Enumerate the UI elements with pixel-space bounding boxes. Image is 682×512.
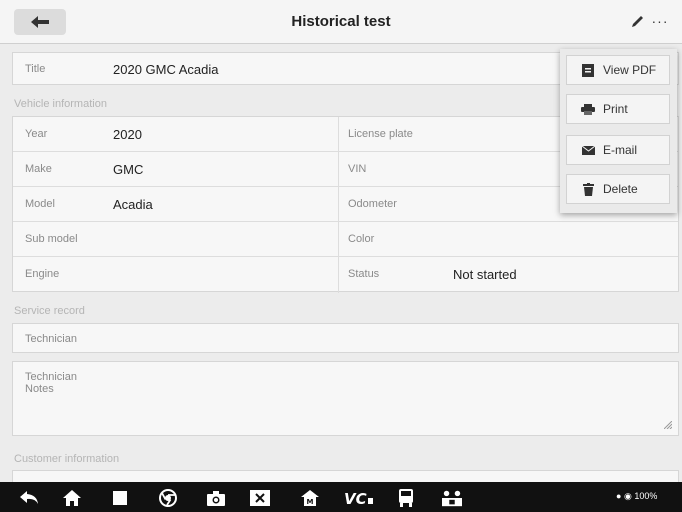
technician-label: Technician [25, 333, 77, 345]
vehicle-section-heading: Vehicle information [14, 98, 107, 110]
bottom-nav-bar: M VC ● ◉ 100% [0, 482, 682, 512]
trash-icon [579, 182, 597, 196]
chrome-icon[interactable] [158, 488, 178, 508]
print-label: Print [603, 102, 628, 116]
sub-model-label: Sub model [25, 233, 78, 245]
color-label: Color [348, 233, 375, 245]
odometer-label: Odometer [348, 198, 397, 210]
mail-icon [579, 143, 597, 157]
make-label: Make [25, 163, 52, 175]
technician-notes-field[interactable]: Technician Notes [12, 361, 679, 436]
service-section-heading: Service record [14, 305, 85, 317]
email-label: E-mail [603, 143, 638, 157]
status-value: Not started [453, 267, 517, 282]
engine-label: Engine [25, 268, 60, 280]
remote-icon[interactable] [442, 488, 462, 508]
more-options-icon[interactable]: ··· [651, 12, 669, 30]
maxifix-icon[interactable]: M [300, 488, 320, 508]
options-menu: View PDF Print E-mail Delete [560, 49, 677, 213]
location-icon: ● [616, 491, 622, 501]
technician-notes-label-line2: Notes [25, 383, 54, 395]
technician-field[interactable]: Technician [12, 323, 679, 353]
model-label: Model [25, 198, 55, 210]
vehicle-icon[interactable] [396, 488, 416, 508]
title-label: Title [25, 63, 46, 75]
delete-button[interactable]: Delete [566, 174, 670, 204]
battery-percent: 100% [634, 491, 658, 501]
recent-apps-icon[interactable] [110, 488, 130, 508]
printer-icon [579, 102, 597, 116]
year-value[interactable]: 2020 [113, 127, 142, 142]
home-icon[interactable] [62, 488, 82, 508]
svg-text:M: M [307, 498, 314, 506]
model-value[interactable]: Acadia [113, 197, 153, 212]
top-bar: Historical test ··· [0, 0, 682, 44]
print-button[interactable]: Print [566, 94, 670, 124]
license-plate-label: License plate [348, 128, 413, 140]
resize-handle-icon[interactable] [664, 421, 672, 429]
svg-text:VC: VC [344, 490, 367, 506]
back-icon[interactable] [20, 488, 40, 508]
page-title: Historical test [291, 13, 391, 30]
edit-pencil-icon[interactable] [630, 14, 646, 30]
status-label: Status [348, 268, 380, 280]
screen: Historical test ··· Title 2020 GMC Acadi… [0, 0, 682, 512]
camera-icon[interactable] [206, 488, 226, 508]
email-button[interactable]: E-mail [566, 135, 670, 165]
vehicle-row: Engine Status Not started [13, 257, 678, 292]
technician-notes-label-line1: Technician [25, 371, 77, 383]
pdf-icon [579, 63, 597, 77]
status-bar: ● ◉ 100% [616, 491, 657, 502]
title-value[interactable]: 2020 GMC Acadia [113, 62, 219, 77]
screenshot-icon[interactable] [250, 488, 270, 508]
view-pdf-label: View PDF [603, 63, 657, 77]
vehicle-row: Sub model Color [13, 222, 678, 257]
column-divider [338, 117, 339, 293]
customer-section-heading: Customer information [14, 453, 120, 465]
make-value[interactable]: GMC [113, 162, 143, 177]
wifi-icon: ◉ [623, 491, 632, 501]
vin-label: VIN [348, 163, 367, 175]
delete-label: Delete [603, 182, 638, 196]
year-label: Year [25, 128, 48, 140]
vci-icon[interactable]: VC [344, 488, 374, 508]
view-pdf-button[interactable]: View PDF [566, 55, 670, 85]
